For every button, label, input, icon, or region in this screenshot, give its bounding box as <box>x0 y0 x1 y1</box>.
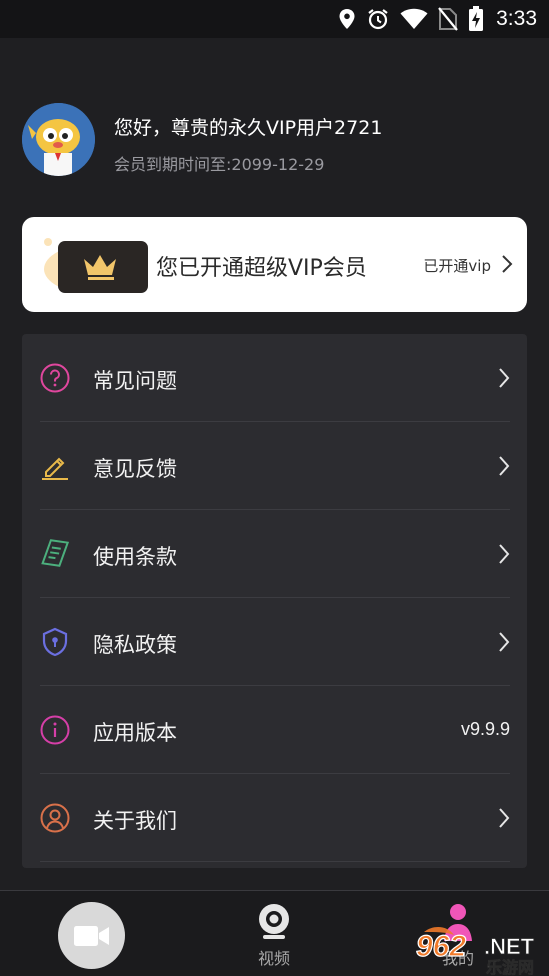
menu-item-terms[interactable]: 使用条款 <box>40 510 510 598</box>
app-version-value: v9.9.9 <box>460 719 510 739</box>
crown-card-icon <box>44 238 148 293</box>
chevron-right-icon <box>502 255 513 273</box>
wifi-icon <box>400 8 428 30</box>
status-time: 3:33 <box>496 7 537 30</box>
settings-menu: 常见问题 意见反馈 使用条款 隐私政策 应用版本 v9.9.9 关于我们 <box>22 334 527 868</box>
membership-expiry: 会员到期时间至:2099-12-29 <box>114 155 325 174</box>
battery-charging-icon <box>469 6 484 31</box>
vip-status: 已开通vip <box>423 257 491 275</box>
pencil-icon <box>42 457 68 480</box>
record-video-button[interactable] <box>58 902 125 969</box>
tab-video-label: 视频 <box>257 949 290 968</box>
menu-item-faq[interactable]: 常见问题 <box>40 334 510 422</box>
watermark-logo: 962 .NET 乐游网 <box>415 926 535 976</box>
chevron-right-icon <box>499 456 510 476</box>
menu-item-app-version[interactable]: 应用版本 v9.9.9 <box>40 686 510 774</box>
vip-card[interactable]: 您已开通超级VIP会员 已开通vip <box>22 217 527 312</box>
info-icon <box>40 715 70 745</box>
vip-title: 您已开通超级VIP会员 <box>156 256 367 281</box>
menu-item-label: 应用版本 <box>93 721 177 745</box>
chevron-right-icon <box>499 632 510 652</box>
greeting-text: 您好，尊贵的永久VIP用户2721 <box>114 117 383 139</box>
status-bar: 3:33 <box>0 0 549 38</box>
question-icon <box>40 363 70 393</box>
video-camera-icon <box>73 925 109 946</box>
no-sim-icon <box>438 7 458 31</box>
menu-item-label: 关于我们 <box>93 809 177 833</box>
menu-item-label: 隐私政策 <box>93 633 177 657</box>
chevron-right-icon <box>499 808 510 828</box>
tab-video[interactable]: 视频 <box>246 903 302 973</box>
shield-lock-icon <box>42 627 68 657</box>
alarm-icon <box>368 9 388 30</box>
menu-item-feedback[interactable]: 意见反馈 <box>40 422 510 510</box>
menu-item-about[interactable]: 关于我们 <box>40 774 510 862</box>
profile-header: 您好，尊贵的永久VIP用户2721 会员到期时间至:2099-12-29 <box>22 103 527 177</box>
menu-item-label: 意见反馈 <box>93 457 177 481</box>
webcam-icon <box>259 904 289 939</box>
watermark-suffix: .NET <box>484 934 535 959</box>
chevron-right-icon <box>499 544 510 564</box>
menu-item-privacy[interactable]: 隐私政策 <box>40 598 510 686</box>
location-icon <box>339 9 355 29</box>
avatar[interactable] <box>22 103 95 176</box>
cartoon-avatar-icon <box>22 103 95 176</box>
person-icon <box>40 803 70 833</box>
chevron-right-icon <box>499 368 510 388</box>
watermark-brand: 962 <box>416 930 466 963</box>
menu-item-label: 常见问题 <box>93 369 177 393</box>
document-icon <box>41 539 70 567</box>
menu-item-label: 使用条款 <box>93 545 177 569</box>
watermark-subtitle: 乐游网 <box>486 958 534 976</box>
